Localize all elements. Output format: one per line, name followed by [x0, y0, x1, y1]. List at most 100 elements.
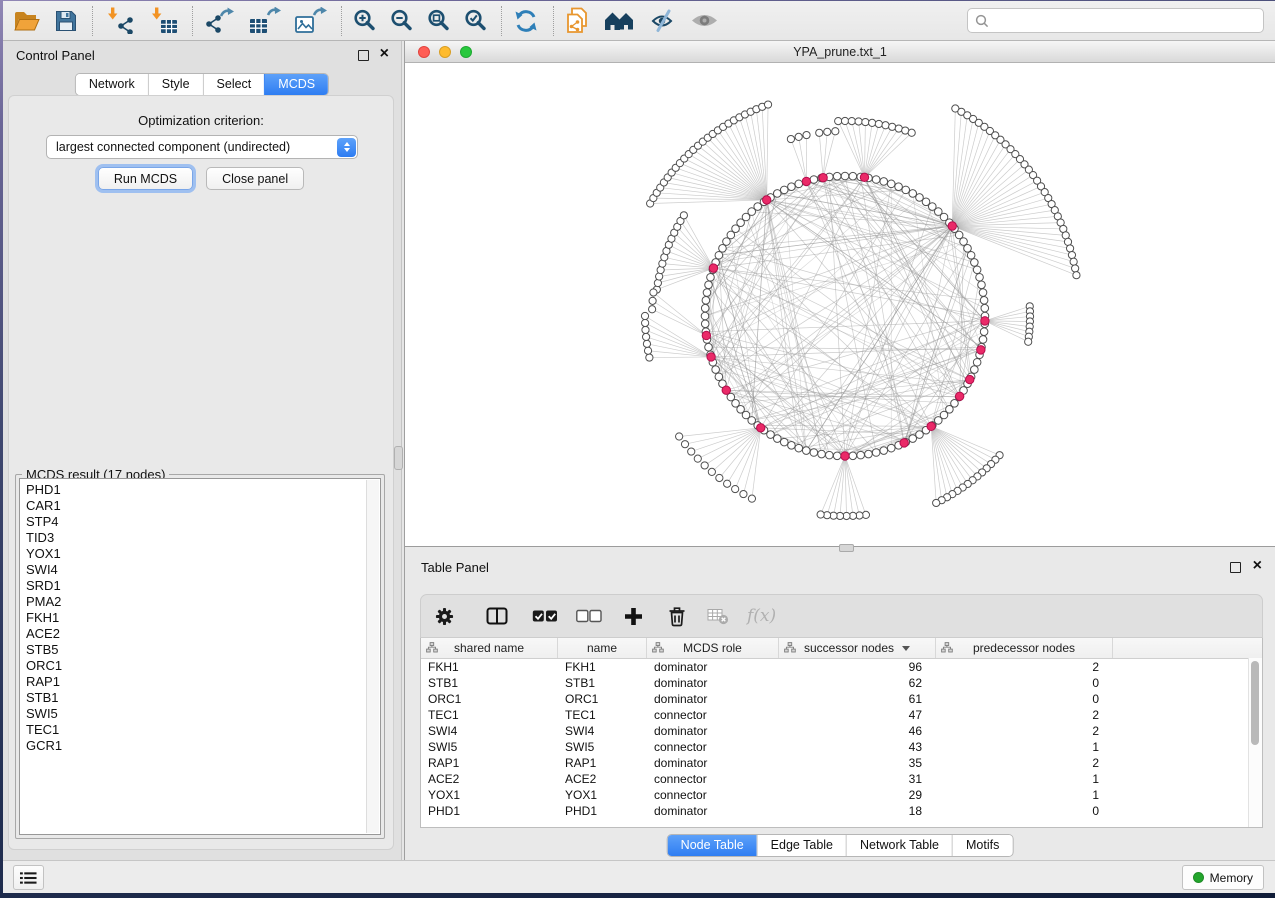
close-mcds-panel-button[interactable]: Close panel: [206, 167, 304, 190]
delete-table-icon: [707, 607, 729, 625]
export-image-button[interactable]: [295, 6, 327, 36]
table-row[interactable]: ACE2ACE2connector311: [421, 771, 1262, 787]
table-cell: STB1: [421, 675, 558, 691]
column-header-successor-nodes[interactable]: successor nodes: [779, 638, 936, 658]
table-tab-network-table[interactable]: Network Table: [846, 835, 952, 856]
status-bar: Memory: [3, 860, 1275, 893]
column-header-name[interactable]: name: [558, 638, 647, 658]
control-tab-network[interactable]: Network: [76, 74, 148, 95]
splitter-grip-icon[interactable]: [394, 446, 403, 470]
table-row[interactable]: TEC1TEC1connector472: [421, 707, 1262, 723]
mcds-result-item[interactable]: SWI4: [26, 562, 380, 578]
mcds-result-item[interactable]: SWI5: [26, 706, 380, 722]
zoom-selected-button[interactable]: [464, 6, 487, 36]
mcds-result-item[interactable]: FKH1: [26, 610, 380, 626]
import-table-button[interactable]: [148, 6, 178, 36]
table-scrollbar[interactable]: [1248, 658, 1262, 827]
search-input[interactable]: [994, 11, 1263, 31]
mcds-result-item[interactable]: ACE2: [26, 626, 380, 642]
select-all-button[interactable]: [532, 609, 558, 623]
table-tab-edge-table[interactable]: Edge Table: [757, 835, 846, 856]
table-cell: ACE2: [558, 771, 647, 787]
save-session-button[interactable]: [54, 6, 78, 36]
table-row[interactable]: RAP1RAP1dominator352: [421, 755, 1262, 771]
table-cell: ORC1: [558, 691, 647, 707]
close-panel-icon[interactable]: ×: [380, 45, 389, 63]
zoom-in-button[interactable]: [353, 6, 376, 36]
mcds-result-item[interactable]: PHD1: [26, 482, 380, 498]
open-file-button[interactable]: [13, 6, 40, 36]
mcds-result-item[interactable]: RAP1: [26, 674, 380, 690]
table-tab-motifs[interactable]: Motifs: [952, 835, 1012, 856]
mcds-result-item[interactable]: STB1: [26, 690, 380, 706]
delete-table-button[interactable]: [707, 607, 729, 625]
float-table-panel-icon[interactable]: [1230, 562, 1241, 573]
table-row[interactable]: YOX1YOX1connector291: [421, 787, 1262, 803]
table-cell: connector: [647, 771, 779, 787]
control-tab-select[interactable]: Select: [203, 74, 265, 95]
table-row[interactable]: STB1STB1dominator620: [421, 675, 1262, 691]
horizontal-splitter-grip[interactable]: [839, 544, 854, 552]
table-tab-node-table[interactable]: Node Table: [668, 835, 757, 856]
show-panels-button[interactable]: [13, 865, 44, 890]
mcds-result-item[interactable]: STB5: [26, 642, 380, 658]
close-table-panel-icon[interactable]: ×: [1253, 557, 1262, 575]
add-column-button[interactable]: [624, 607, 643, 626]
show-hidden-button[interactable]: [690, 6, 719, 36]
table-settings-button[interactable]: [435, 607, 454, 626]
table-row[interactable]: FKH1FKH1dominator962: [421, 659, 1262, 675]
list-scrollbar[interactable]: [366, 480, 379, 833]
app-window: Control Panel × NetworkStyleSelectMCDS O…: [3, 1, 1275, 893]
search-box: [967, 8, 1264, 33]
houses-icon: [603, 9, 636, 32]
float-panel-icon[interactable]: [358, 50, 369, 61]
column-header-shared-name[interactable]: shared name: [421, 638, 558, 658]
mcds-result-item[interactable]: CAR1: [26, 498, 380, 514]
clone-network-button[interactable]: [565, 6, 589, 36]
zoom-in-icon: [353, 9, 376, 32]
mcds-result-item[interactable]: TID3: [26, 530, 380, 546]
split-panel-button[interactable]: [486, 607, 508, 625]
zoom-fit-button[interactable]: [427, 6, 450, 36]
mcds-result-item[interactable]: TEC1: [26, 722, 380, 738]
column-header-MCDS-role[interactable]: MCDS role: [647, 638, 779, 658]
table-cell: PHD1: [421, 803, 558, 819]
table-row[interactable]: SWI5SWI5connector431: [421, 739, 1262, 755]
table-row[interactable]: ORC1ORC1dominator610: [421, 691, 1262, 707]
mcds-result-item[interactable]: PMA2: [26, 594, 380, 610]
trash-icon: [667, 606, 687, 627]
mcds-result-item[interactable]: SRD1: [26, 578, 380, 594]
export-table-button[interactable]: [249, 6, 281, 36]
column-type-icon: [652, 642, 664, 653]
vertical-splitter[interactable]: [401, 41, 405, 860]
mcds-result-item[interactable]: ORC1: [26, 658, 380, 674]
optimization-select[interactable]: largest connected component (undirected): [46, 135, 358, 159]
home-view-button[interactable]: [603, 6, 636, 36]
scrollbar-thumb[interactable]: [1251, 661, 1259, 745]
memory-status-icon: [1193, 872, 1204, 883]
table-row[interactable]: PHD1PHD1dominator180: [421, 803, 1262, 819]
delete-column-button[interactable]: [667, 606, 687, 627]
export-network-button[interactable]: [204, 6, 235, 36]
table-row[interactable]: SWI4SWI4dominator462: [421, 723, 1262, 739]
column-header-predecessor-nodes[interactable]: predecessor nodes: [936, 638, 1113, 658]
import-network-button[interactable]: [104, 6, 134, 36]
function-builder-button[interactable]: f(x): [747, 606, 776, 626]
hide-selected-button[interactable]: [650, 6, 676, 36]
mcds-result-item[interactable]: GCR1: [26, 738, 380, 754]
table-cell: 46: [779, 723, 936, 739]
column-type-icon: [941, 642, 953, 653]
network-graph[interactable]: [405, 63, 1275, 546]
run-mcds-button[interactable]: Run MCDS: [98, 167, 193, 190]
memory-button[interactable]: Memory: [1182, 865, 1264, 890]
mcds-result-item[interactable]: STP4: [26, 514, 380, 530]
control-tab-mcds[interactable]: MCDS: [264, 74, 328, 95]
mcds-result-item[interactable]: YOX1: [26, 546, 380, 562]
control-tab-style[interactable]: Style: [148, 74, 203, 95]
zoom-out-button[interactable]: [390, 6, 413, 36]
mcds-result-list[interactable]: PHD1CAR1STP4TID3YOX1SWI4SRD1PMA2FKH1ACE2…: [19, 478, 381, 835]
refresh-layout-button[interactable]: [513, 6, 539, 36]
network-view[interactable]: [405, 63, 1275, 546]
save-icon: [54, 9, 78, 33]
deselect-all-button[interactable]: [576, 609, 602, 623]
